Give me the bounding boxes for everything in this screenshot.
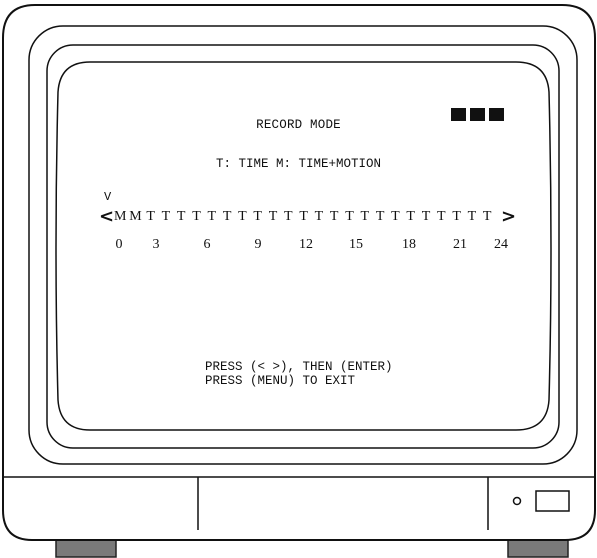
schedule-slot[interactable]: T <box>420 208 432 226</box>
schedule-slot[interactable]: T <box>267 208 279 226</box>
schedule-slot[interactable]: T <box>282 208 294 226</box>
schedule-slot[interactable]: T <box>206 208 218 226</box>
schedule-slot[interactable]: T <box>236 208 248 226</box>
schedule-slot[interactable]: T <box>252 208 264 226</box>
power-button[interactable] <box>535 490 570 512</box>
hour-label: 15 <box>349 237 363 252</box>
schedule-slot[interactable]: T <box>359 208 371 226</box>
left-arrow-button[interactable]: < <box>99 208 114 226</box>
power-led <box>512 496 522 506</box>
status-square <box>451 108 466 121</box>
schedule-slot[interactable]: T <box>389 208 401 226</box>
hour-label: 3 <box>152 237 160 252</box>
schedule-slot[interactable]: M <box>114 208 126 226</box>
status-indicator <box>451 108 504 121</box>
monitor-frame <box>2 4 596 558</box>
hour-label: 21 <box>453 237 467 252</box>
mode-legend: T: TIME M: TIME+MOTION <box>215 157 382 171</box>
menu-title: RECORD MODE <box>256 118 341 132</box>
schedule-slot[interactable]: T <box>191 208 203 226</box>
hour-label: 12 <box>299 237 313 252</box>
schedule-slot[interactable]: T <box>481 208 493 226</box>
schedule-slot[interactable]: T <box>435 208 447 226</box>
status-square <box>470 108 485 121</box>
hour-label: 24 <box>494 237 508 252</box>
hour-label: 9 <box>254 237 262 252</box>
instruction-line-1: PRESS (< >), THEN (ENTER) <box>205 360 393 374</box>
hour-label: 6 <box>203 237 211 252</box>
instruction-line-2: PRESS (MENU) TO EXIT <box>205 374 356 388</box>
right-arrow-button[interactable]: > <box>501 208 516 226</box>
schedule-slot[interactable]: T <box>298 208 310 226</box>
hour-label: 18 <box>402 237 416 252</box>
schedule-slot[interactable]: M <box>129 208 141 226</box>
schedule-slot[interactable]: T <box>328 208 340 226</box>
schedule-slot[interactable]: T <box>160 208 172 226</box>
schedule-slot[interactable]: T <box>145 208 157 226</box>
selection-cursor: V <box>104 190 112 204</box>
schedule-slot[interactable]: T <box>344 208 356 226</box>
schedule-slot[interactable]: T <box>466 208 478 226</box>
schedule-slot[interactable]: T <box>221 208 233 226</box>
schedule-slot[interactable]: T <box>175 208 187 226</box>
schedule-slot[interactable]: T <box>451 208 463 226</box>
schedule-slot[interactable]: T <box>405 208 417 226</box>
status-square <box>489 108 504 121</box>
schedule-slot[interactable]: T <box>313 208 325 226</box>
hour-label: 0 <box>115 237 123 252</box>
schedule-slot[interactable]: T <box>374 208 386 226</box>
